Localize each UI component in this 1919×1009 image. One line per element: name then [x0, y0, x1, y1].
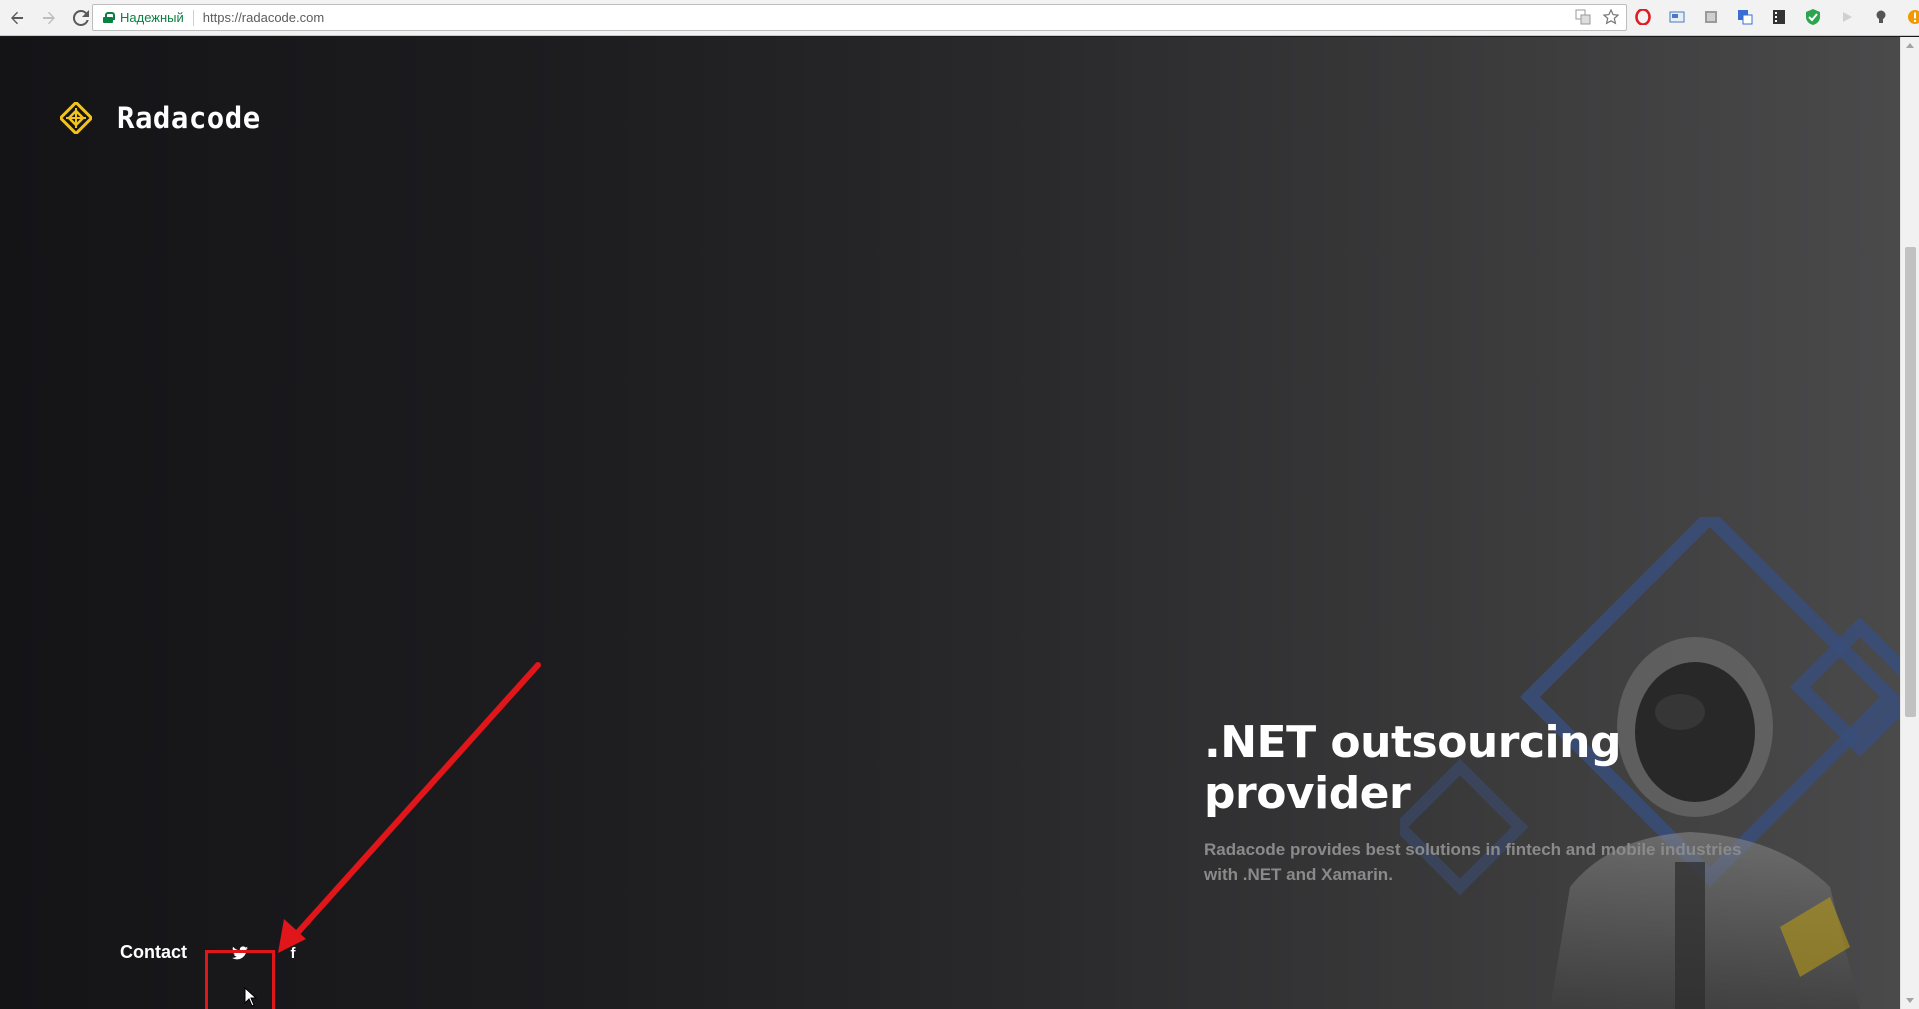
scroll-thumb[interactable] [1905, 247, 1916, 717]
lock-icon [103, 12, 115, 23]
shield-check-extension-icon[interactable] [1802, 6, 1824, 28]
radacode-diamond-logo-icon [60, 102, 92, 134]
hero-title: .NET outsourcing provider [1204, 717, 1621, 819]
extensions-bar [1632, 6, 1919, 28]
film-extension-icon[interactable] [1768, 6, 1790, 28]
browser-toolbar: Надежный https://radacode.com [0, 0, 1919, 36]
translate-icon[interactable] [1574, 8, 1592, 26]
website-page: Radacode .NET outsourcing provider Radac… [0, 37, 1900, 1009]
opera-extension-icon[interactable] [1632, 6, 1654, 28]
url-text[interactable]: https://radacode.com [203, 10, 324, 25]
hero-subtitle: Radacode provides best solutions in fint… [1204, 840, 1742, 884]
translator-extension-icon[interactable] [1734, 6, 1756, 28]
address-bar[interactable]: Надежный https://radacode.com [92, 4, 1627, 31]
forward-arrow-icon [43, 11, 55, 24]
page-scrollbar[interactable] [1900, 37, 1919, 1009]
annotation-highlight-box [205, 950, 275, 1009]
reload-icon [73, 9, 89, 26]
forward-button[interactable] [34, 3, 64, 33]
screenshot-extension-icon[interactable] [1666, 6, 1688, 28]
bulb-extension-icon[interactable] [1870, 6, 1892, 28]
scroll-down-arrow-icon[interactable] [1906, 998, 1914, 1003]
bookmark-star-icon[interactable] [1602, 8, 1620, 26]
contact-link[interactable]: Contact [120, 942, 187, 963]
address-divider [192, 9, 194, 26]
alert-extension-icon[interactable] [1904, 6, 1919, 28]
security-label: Надежный [120, 10, 184, 25]
mouse-cursor-icon [244, 987, 258, 1007]
site-logo[interactable]: Radacode [60, 101, 261, 135]
annotation-arrow-icon [278, 662, 541, 953]
page-extension-icon[interactable] [1700, 6, 1722, 28]
play-extension-icon[interactable] [1836, 6, 1858, 28]
scroll-up-arrow-icon[interactable] [1906, 43, 1914, 48]
back-arrow-icon [11, 11, 23, 24]
back-button[interactable] [2, 3, 32, 33]
brand-name: Radacode [117, 101, 261, 135]
hero-section: .NET outsourcing provider Radacode provi… [1204, 717, 1824, 887]
